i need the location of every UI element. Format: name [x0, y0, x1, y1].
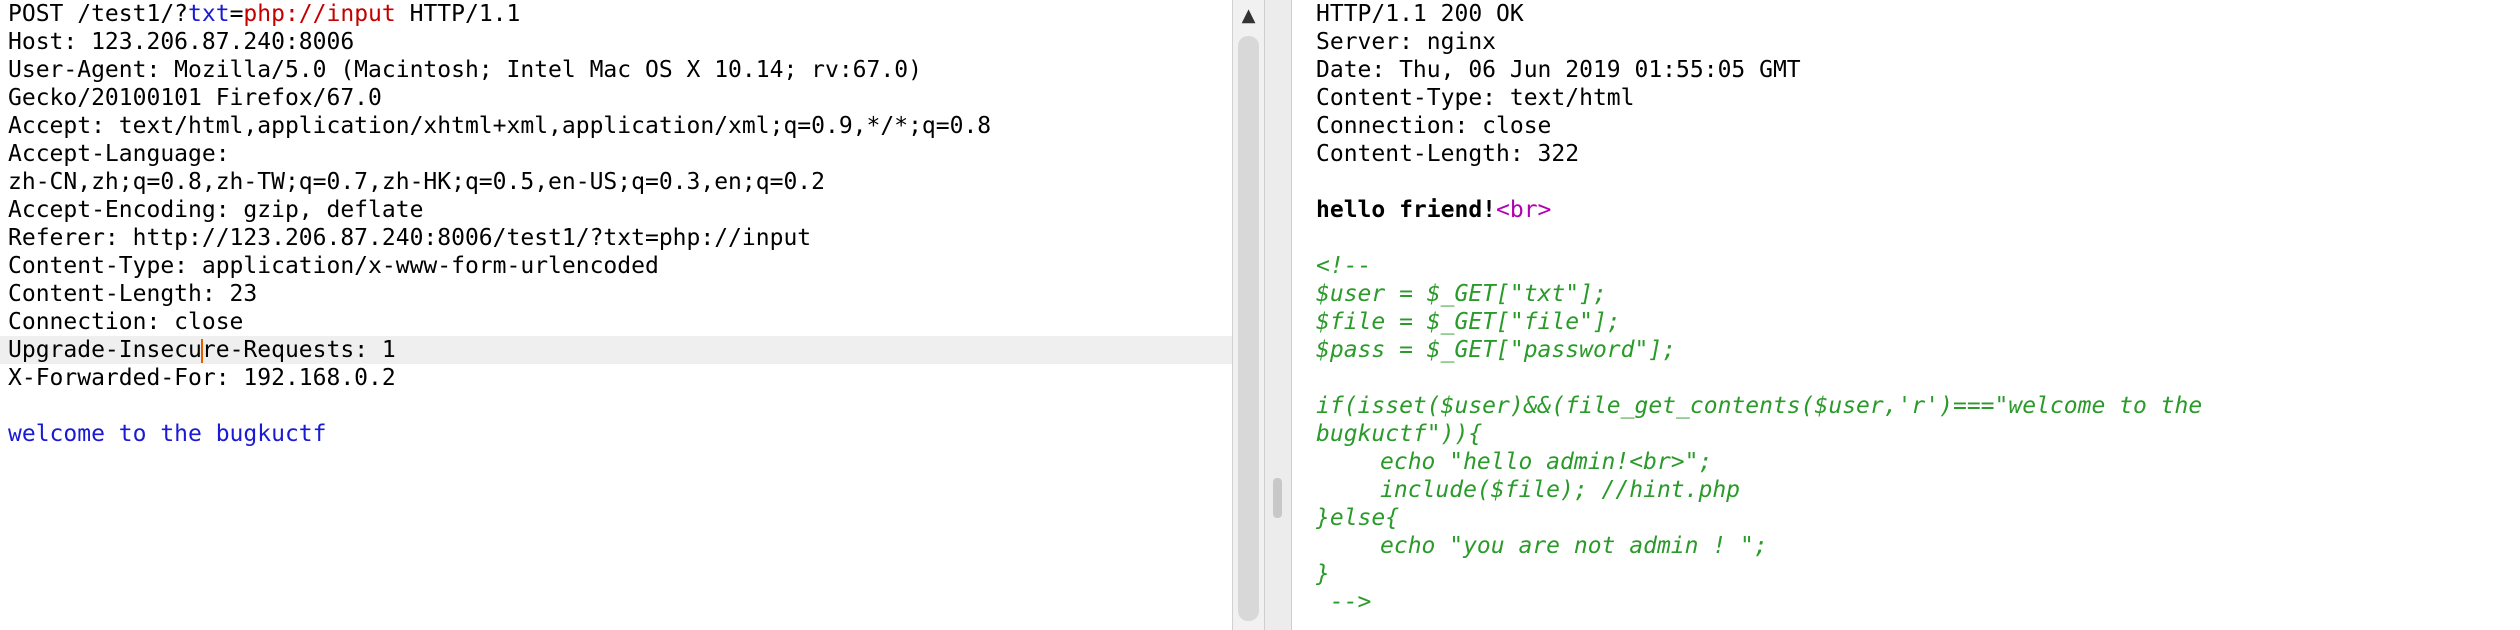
request-param-value: php://input: [243, 1, 396, 27]
html-comment-close: -->: [1316, 589, 1372, 615]
request-header-line: Content-Length: 23: [8, 281, 258, 307]
response-header-line: Connection: close: [1316, 113, 1552, 139]
code-line-if-cont: bugkuctf")){: [1316, 421, 1483, 447]
html-comment-open: <!--: [1316, 253, 1372, 279]
code-line-echo-admin: echo "hello admin!<br>";: [1380, 449, 1713, 475]
request-param-name: txt: [188, 1, 230, 27]
splitter-handle[interactable]: [1273, 478, 1282, 518]
pane-splitter[interactable]: [1264, 0, 1292, 630]
response-header-line: Content-Type: text/html: [1316, 85, 1635, 111]
scroll-thumb[interactable]: [1238, 36, 1259, 621]
response-body-greeting: hello friend!<br>: [1316, 196, 2520, 224]
request-method-path: POST /test1/?: [8, 1, 189, 27]
request-header-line: Accept: text/html,application/xhtml+xml,…: [8, 113, 992, 139]
response-header-line: HTTP/1.1 200 OK: [1316, 1, 1524, 27]
code-line-close-brace: }: [1316, 561, 1330, 587]
request-header-line: Connection: close: [8, 309, 244, 335]
request-header-line: Accept-Encoding: gzip, deflate: [8, 197, 424, 223]
greeting-text: hello friend!: [1316, 197, 1497, 223]
code-line-else: }else{: [1316, 505, 1400, 531]
request-header-line: Host: 123.206.87.240:8006: [8, 29, 355, 55]
request-header-line: Accept-Language:: [8, 141, 230, 167]
code-line-echo-not-admin: echo "you are not admin ! ";: [1380, 533, 1768, 559]
request-body: welcome to the bugkuctf: [8, 421, 327, 447]
response-header-line: Date: Thu, 06 Jun 2019 01:55:05 GMT: [1316, 57, 1801, 83]
request-header-line: Content-Type: application/x-www-form-url…: [8, 253, 659, 279]
response-text[interactable]: HTTP/1.1 200 OK Server: nginx Date: Thu,…: [1316, 0, 2520, 616]
scroll-up-arrow-icon[interactable]: ▲: [1233, 2, 1264, 30]
code-line: $user = $_GET["txt"];: [1316, 281, 1607, 307]
response-header-line: Content-Length: 322: [1316, 141, 1580, 167]
current-line-before-caret: Upgrade-Insecu: [8, 337, 202, 363]
html-br-tag: <br>: [1496, 197, 1552, 223]
code-line: $pass = $_GET["password"];: [1316, 337, 1677, 363]
request-header-line: X-Forwarded-For: 192.168.0.2: [8, 365, 396, 391]
request-line: POST /test1/?txt=php://input HTTP/1.1: [8, 0, 1232, 28]
request-current-line[interactable]: Upgrade-Insecure-Requests: 1: [0, 336, 1232, 364]
code-line-include: include($file); //hint.php: [1380, 477, 1741, 503]
request-editor[interactable]: POST /test1/?txt=php://input HTTP/1.1 Ho…: [0, 0, 1232, 630]
response-header-line: Server: nginx: [1316, 29, 1497, 55]
request-text[interactable]: POST /test1/?txt=php://input HTTP/1.1 Ho…: [0, 0, 1232, 448]
request-header-line: Gecko/20100101 Firefox/67.0: [8, 85, 382, 111]
code-line: $file = $_GET["file"];: [1316, 309, 1621, 335]
request-header-line: zh-CN,zh;q=0.8,zh-TW;q=0.7,zh-HK;q=0.5,e…: [8, 169, 825, 195]
current-line-after-caret: re-Requests: 1: [201, 337, 396, 363]
request-scrollbar[interactable]: ▲: [1232, 0, 1264, 630]
code-line-if: if(isset($user)&&(file_get_contents($use…: [1316, 393, 2203, 419]
request-header-line: User-Agent: Mozilla/5.0 (Macintosh; Inte…: [8, 57, 922, 83]
request-header-line: Referer: http://123.206.87.240:8006/test…: [8, 225, 812, 251]
response-viewer[interactable]: HTTP/1.1 200 OK Server: nginx Date: Thu,…: [1292, 0, 2520, 630]
request-param-equals: =: [229, 1, 244, 27]
request-protocol: HTTP/1.1: [395, 1, 521, 27]
